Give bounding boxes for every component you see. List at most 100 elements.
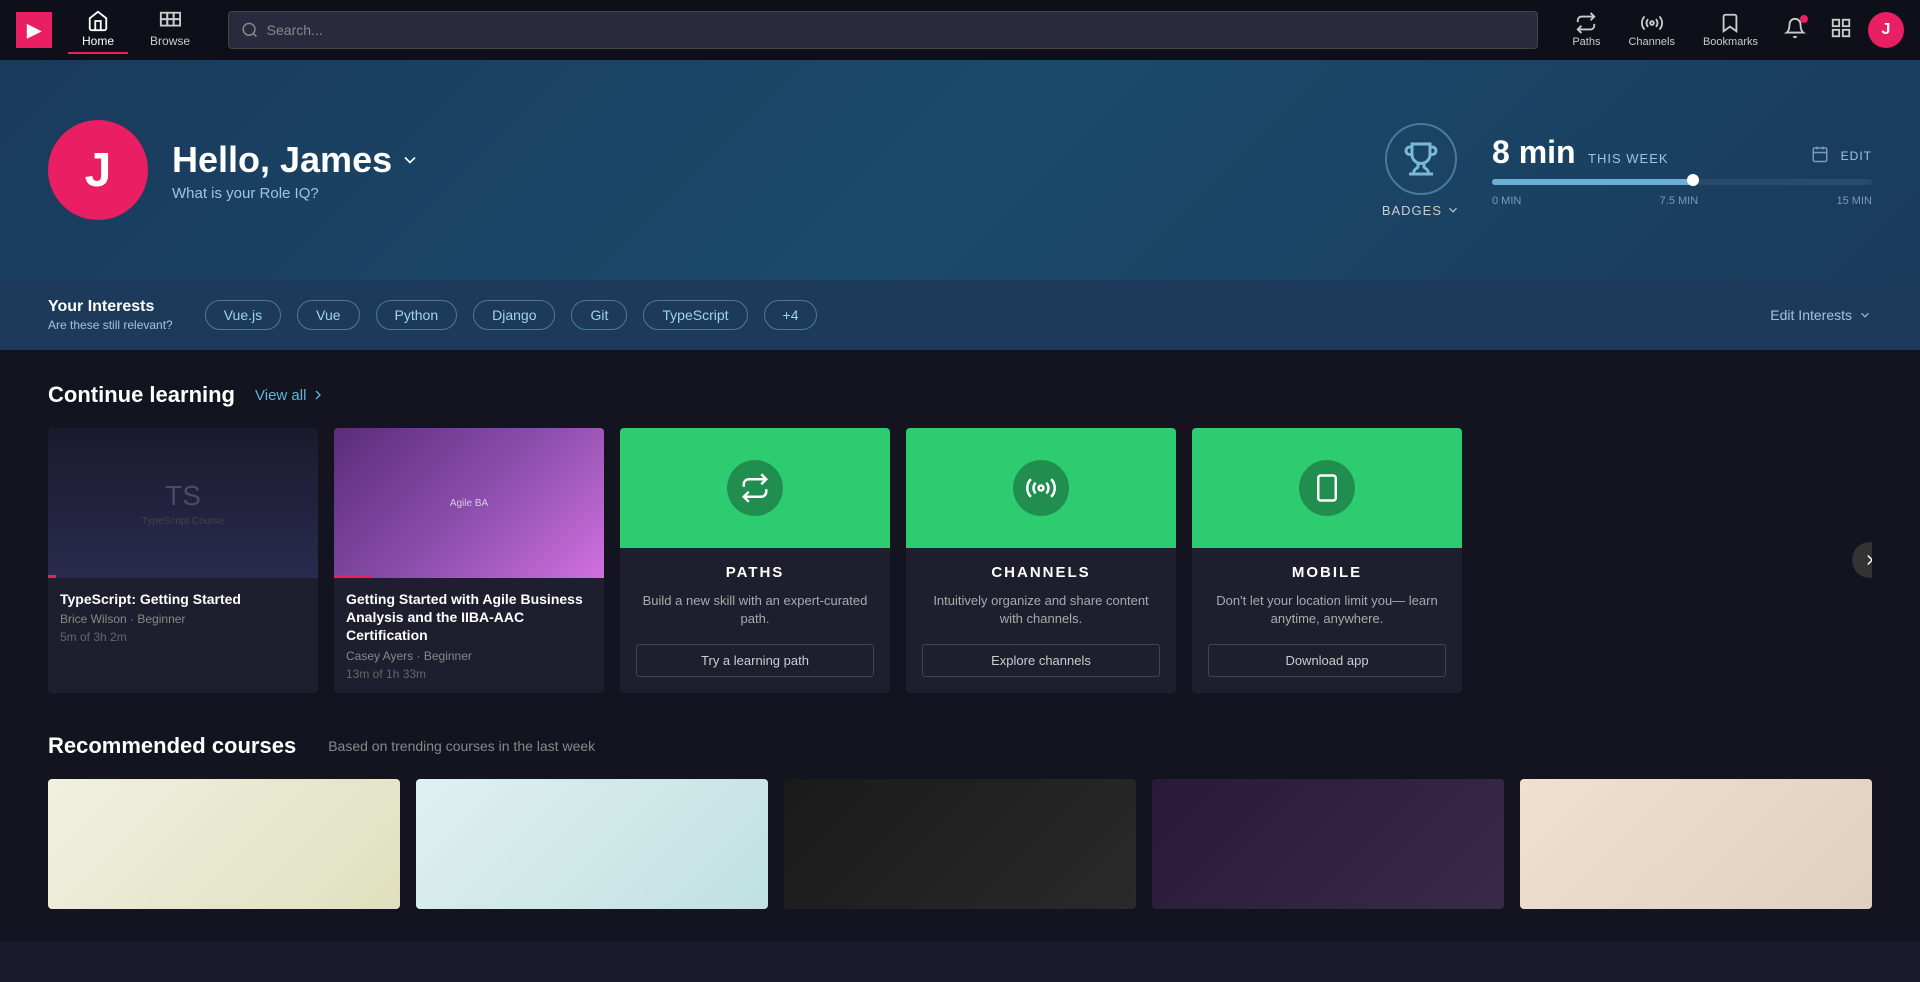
paths-icon bbox=[1575, 12, 1597, 34]
recommended-cards bbox=[48, 779, 1872, 909]
progress-marker bbox=[1687, 174, 1699, 186]
progress-header: 8 min THIS WEEK EDIT bbox=[1492, 134, 1872, 171]
progress-labels: 0 MIN 7.5 MIN 15 MIN bbox=[1492, 195, 1872, 207]
view-all-link[interactable]: View all bbox=[255, 387, 326, 404]
promo-card-paths[interactable]: PATHS Build a new skill with an expert-c… bbox=[620, 428, 890, 693]
rec-card-4[interactable] bbox=[1152, 779, 1504, 909]
rec-thumb-3 bbox=[784, 779, 1136, 909]
home-icon bbox=[87, 10, 109, 32]
progress-fill bbox=[1492, 179, 1693, 185]
rec-thumb-4 bbox=[1152, 779, 1504, 909]
interest-tag-django[interactable]: Django bbox=[473, 300, 555, 330]
course-card-agile[interactable]: Agile BA Getting Started with Agile Busi… bbox=[334, 428, 604, 693]
promo-bottom-channels: CHANNELS Intuitively organize and share … bbox=[906, 548, 1176, 693]
course-thumb-typescript: TS TypeScript Course bbox=[48, 428, 318, 578]
promo-card-channels[interactable]: CHANNELS Intuitively organize and share … bbox=[906, 428, 1176, 693]
calendar-icon bbox=[1811, 145, 1829, 163]
continue-learning-section: Continue learning View all TS TypeScript… bbox=[48, 382, 1872, 693]
hero-avatar: J bbox=[48, 120, 148, 220]
continue-learning-title: Continue learning bbox=[48, 382, 235, 408]
edit-interests-button[interactable]: Edit Interests bbox=[1770, 307, 1872, 323]
promo-top-mobile bbox=[1192, 428, 1462, 548]
interests-label: Your Interests Are these still relevant? bbox=[48, 298, 173, 332]
chevron-down-icon bbox=[1858, 308, 1872, 322]
course-thumb-agile: Agile BA bbox=[334, 428, 604, 578]
interest-tag-git[interactable]: Git bbox=[571, 300, 627, 330]
nav-bookmarks[interactable]: Bookmarks bbox=[1693, 8, 1768, 52]
nav-paths[interactable]: Paths bbox=[1562, 8, 1610, 52]
arrows-icon bbox=[740, 473, 770, 503]
recommended-title: Recommended courses bbox=[48, 733, 296, 759]
progress-track bbox=[1492, 179, 1872, 185]
apps-grid[interactable] bbox=[1822, 9, 1860, 52]
hero-greeting[interactable]: Hello, James bbox=[172, 139, 420, 181]
trophy-icon bbox=[1403, 141, 1439, 177]
chevron-down-icon bbox=[400, 150, 420, 170]
carousel-next-button[interactable] bbox=[1852, 542, 1872, 578]
hero-role-iq[interactable]: What is your Role IQ? bbox=[172, 185, 420, 202]
rec-card-1[interactable] bbox=[48, 779, 400, 909]
rec-card-2[interactable] bbox=[416, 779, 768, 909]
badges-button[interactable]: BADGES bbox=[1382, 123, 1460, 218]
explore-channels-button[interactable]: Explore channels bbox=[922, 644, 1160, 677]
rec-card-5[interactable] bbox=[1520, 779, 1872, 909]
rec-thumb-2 bbox=[416, 779, 768, 909]
hero-user-info: J Hello, James What is your Role IQ? bbox=[48, 120, 420, 220]
channels-promo-icon bbox=[1013, 460, 1069, 516]
nav-right-items: Paths Channels Bookmarks J bbox=[1562, 8, 1904, 52]
notification-dot bbox=[1800, 15, 1808, 23]
recommended-header: Recommended courses Based on trending co… bbox=[48, 733, 1872, 759]
continue-learning-header: Continue learning View all bbox=[48, 382, 1872, 408]
promo-bottom-mobile: MOBILE Don't let your location limit you… bbox=[1192, 548, 1462, 693]
search-icon bbox=[241, 21, 259, 39]
interest-tag-more[interactable]: +4 bbox=[764, 300, 818, 330]
calendar-icon-container[interactable] bbox=[1811, 145, 1829, 168]
smartphone-icon bbox=[1312, 473, 1342, 503]
wifi-icon bbox=[1026, 473, 1056, 503]
rec-card-3[interactable] bbox=[784, 779, 1136, 909]
search-bar[interactable] bbox=[228, 11, 1538, 49]
badges-label: BADGES bbox=[1382, 203, 1460, 218]
promo-top-channels bbox=[906, 428, 1176, 548]
edit-progress-button[interactable]: EDIT bbox=[1841, 149, 1872, 163]
course-meta-agile: Casey Ayers · Beginner bbox=[346, 649, 592, 663]
try-learning-path-button[interactable]: Try a learning path bbox=[636, 644, 874, 677]
rec-thumb-1 bbox=[48, 779, 400, 909]
main-content: Continue learning View all TS TypeScript… bbox=[0, 350, 1920, 941]
download-app-button[interactable]: Download app bbox=[1208, 644, 1446, 677]
course-info-typescript: TypeScript: Getting Started Brice Wilson… bbox=[48, 578, 318, 656]
interest-tag-python[interactable]: Python bbox=[376, 300, 458, 330]
nav-channels[interactable]: Channels bbox=[1618, 8, 1684, 52]
grid-icon bbox=[1830, 17, 1852, 39]
paths-promo-icon bbox=[727, 460, 783, 516]
recommended-subtitle: Based on trending courses in the last we… bbox=[328, 738, 595, 754]
nav-browse[interactable]: Browse bbox=[136, 6, 204, 54]
promo-top-paths bbox=[620, 428, 890, 548]
course-card-typescript[interactable]: TS TypeScript Course TypeScript: Getting… bbox=[48, 428, 318, 693]
hero-text: Hello, James What is your Role IQ? bbox=[172, 139, 420, 202]
course-meta-typescript: Brice Wilson · Beginner bbox=[60, 612, 306, 626]
promo-bottom-paths: PATHS Build a new skill with an expert-c… bbox=[620, 548, 890, 693]
hero-progress-section: 8 min THIS WEEK EDIT 0 MIN 7.5 MIN 15 bbox=[1492, 134, 1872, 207]
search-input[interactable] bbox=[267, 22, 1526, 38]
mobile-promo-icon bbox=[1299, 460, 1355, 516]
badge-trophy bbox=[1385, 123, 1457, 195]
chevron-right-icon bbox=[310, 387, 326, 403]
chevron-right-icon bbox=[1861, 551, 1872, 569]
hero-stats: BADGES 8 min THIS WEEK EDIT bbox=[1382, 123, 1872, 218]
interest-tag-typescript[interactable]: TypeScript bbox=[643, 300, 747, 330]
navbar: ▶ Home Browse Paths Channels Bookmarks bbox=[0, 0, 1920, 60]
user-avatar[interactable]: J bbox=[1868, 12, 1904, 48]
nav-home[interactable]: Home bbox=[68, 6, 128, 54]
channels-icon bbox=[1641, 12, 1663, 34]
continue-learning-cards: TS TypeScript Course TypeScript: Getting… bbox=[48, 428, 1872, 693]
promo-card-mobile[interactable]: MOBILE Don't let your location limit you… bbox=[1192, 428, 1462, 693]
recommended-section: Recommended courses Based on trending co… bbox=[48, 733, 1872, 909]
interest-tag-vue[interactable]: Vue bbox=[297, 300, 359, 330]
notifications-bell[interactable] bbox=[1776, 9, 1814, 52]
hero-section: J Hello, James What is your Role IQ? BAD… bbox=[0, 60, 1920, 280]
course-info-agile: Getting Started with Agile Business Anal… bbox=[334, 578, 604, 693]
browse-icon bbox=[159, 10, 181, 32]
interest-tag-vuejs[interactable]: Vue.js bbox=[205, 300, 281, 330]
app-logo[interactable]: ▶ bbox=[16, 12, 52, 48]
